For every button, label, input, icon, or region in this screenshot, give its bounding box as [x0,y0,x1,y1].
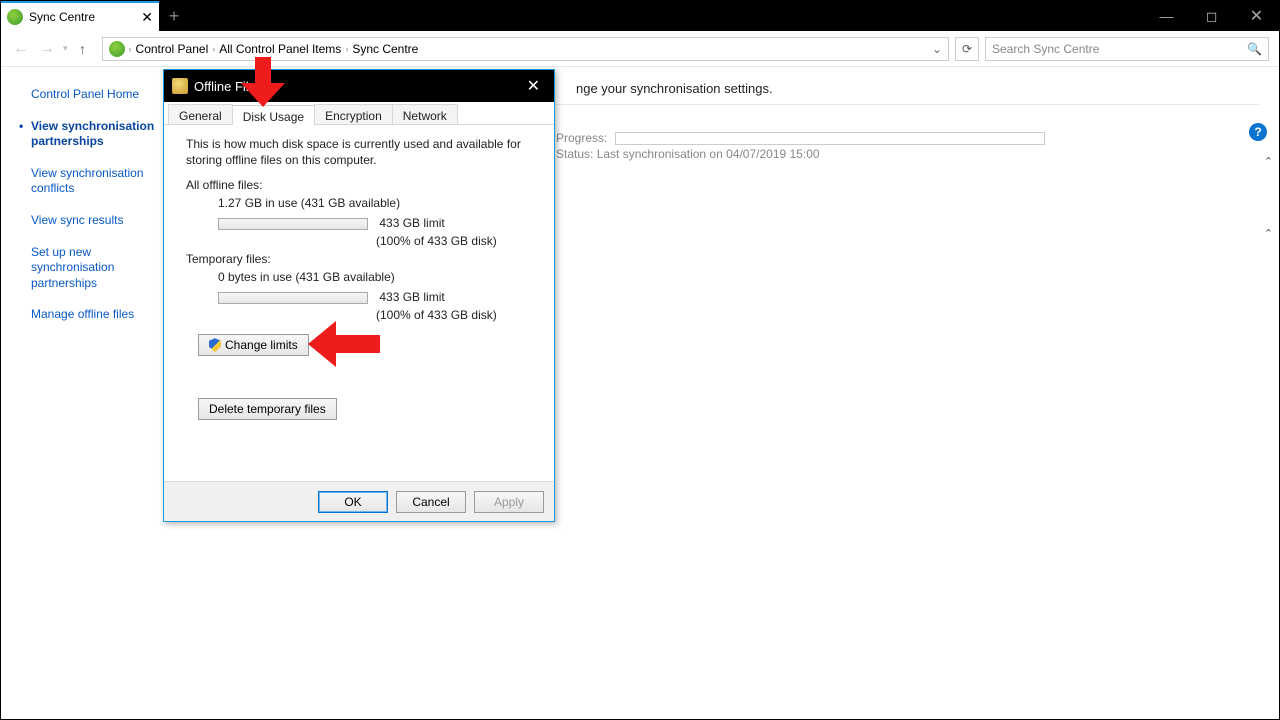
address-bar: ← → ▾ ↑ › Control Panel › All Control Pa… [1,31,1279,67]
delete-temp-label: Delete temporary files [209,402,326,416]
chevron-down-icon[interactable]: ⌄ [932,42,942,56]
close-window-button[interactable]: ✕ [1234,1,1279,31]
all-files-label: All offline files: [186,178,532,192]
dialog-tabs: General Disk Usage Encryption Network [164,102,554,125]
all-files-usage: 1.27 GB in use (431 GB available) [218,196,532,210]
dialog-titlebar[interactable]: Offline Files ✕ [164,70,554,102]
annotation-arrow-down [241,57,285,107]
back-button[interactable]: ← [11,40,31,58]
offline-files-dialog: Offline Files ✕ General Disk Usage Encry… [163,69,555,522]
crumb-all-items[interactable]: All Control Panel Items [219,42,341,56]
titlebar: Sync Centre ✕ + — ◻ ✕ [1,1,1279,31]
refresh-button[interactable]: ⟳ [955,37,979,61]
chevron-right-icon: › [129,44,132,54]
status-value: Last synchronisation on 04/07/2019 15:00 [597,147,820,161]
forward-button[interactable]: → [37,40,57,58]
up-button[interactable]: ↑ [74,41,92,57]
sidebar-view-results[interactable]: View sync results [31,213,172,229]
browser-tab[interactable]: Sync Centre ✕ [1,1,159,31]
status-label: Status: [556,147,593,161]
sidebar-home[interactable]: Control Panel Home [31,87,172,103]
sync-centre-icon [109,41,125,57]
search-icon: 🔍 [1247,42,1262,56]
breadcrumb[interactable]: › Control Panel › All Control Panel Item… [102,37,949,61]
apply-button[interactable]: Apply [474,491,544,513]
crumb-sync-centre[interactable]: Sync Centre [352,42,418,56]
tab-disk-usage[interactable]: Disk Usage [232,105,315,125]
temp-files-bar [218,292,368,304]
temp-files-label: Temporary files: [186,252,532,266]
collapse-icon[interactable]: ⌃ [1264,227,1273,240]
change-limits-button[interactable]: Change limits [198,334,309,356]
sidebar-view-partnerships[interactable]: View synchronisation partnerships [31,119,172,150]
chevron-right-icon: › [345,44,348,54]
progress-bar [615,132,1045,145]
close-icon[interactable]: ✕ [521,76,546,96]
delete-temp-files-button[interactable]: Delete temporary files [198,398,337,420]
temp-files-usage: 0 bytes in use (431 GB available) [218,270,532,284]
ok-button[interactable]: OK [318,491,388,513]
all-files-limit: 433 GB limit [379,216,444,230]
all-files-bar [218,218,368,230]
sync-status-row: Progress: Status: Last synchronisation o… [556,131,1259,177]
annotation-arrow-left [308,321,380,367]
temp-files-limit: 433 GB limit [379,290,444,304]
shield-icon [209,338,221,352]
dialog-footer: OK Cancel Apply [164,481,554,521]
tab-encryption[interactable]: Encryption [314,104,393,124]
dialog-body: This is how much disk space is currently… [164,125,554,481]
offline-files-icon [172,78,188,94]
tab-title: Sync Centre [29,10,95,24]
new-tab-button[interactable]: + [159,1,189,31]
all-files-percent: (100% of 433 GB disk) [376,234,532,248]
search-placeholder: Search Sync Centre [992,42,1099,56]
sidebar-manage[interactable]: Manage offline files [31,307,172,323]
sidebar-view-conflicts[interactable]: View synchronisation conflicts [31,166,172,197]
history-dropdown-icon[interactable]: ▾ [63,43,68,54]
sidebar: Control Panel Home View synchronisation … [1,67,176,719]
tab-network[interactable]: Network [392,104,458,124]
sidebar-setup[interactable]: Set up new synchronisation partnerships [31,245,172,292]
intro-text: This is how much disk space is currently… [186,137,532,168]
change-limits-label: Change limits [225,338,298,352]
sync-centre-icon [7,9,23,25]
collapse-icon[interactable]: ⌃ [1264,155,1273,168]
close-tab-icon[interactable]: ✕ [141,9,153,26]
maximize-button[interactable]: ◻ [1189,1,1234,31]
chevron-right-icon: › [212,44,215,54]
progress-label: Progress: [556,131,607,145]
temp-files-percent: (100% of 433 GB disk) [376,308,532,322]
window-controls: — ◻ ✕ [1144,1,1279,31]
minimize-button[interactable]: — [1144,1,1189,31]
tab-general[interactable]: General [168,104,233,124]
search-input[interactable]: Search Sync Centre 🔍 [985,37,1269,61]
cancel-button[interactable]: Cancel [396,491,466,513]
help-icon[interactable]: ? [1249,123,1267,141]
divider [556,104,1259,105]
crumb-control-panel[interactable]: Control Panel [136,42,209,56]
